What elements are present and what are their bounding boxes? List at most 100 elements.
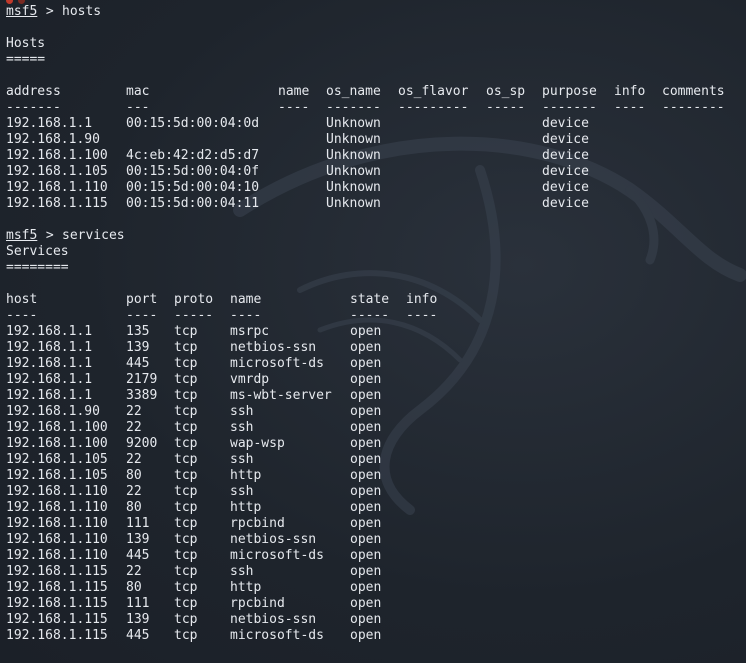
services-cell: tcp — [174, 340, 198, 355]
services-title-underline: ======== — [6, 260, 69, 275]
services-cell: 22 — [126, 564, 142, 579]
services-separator-row: ---- ---- ----- ---- ----- ---- — [0, 308, 746, 324]
services-cell: 9200 — [126, 436, 158, 451]
services-cell: tcp — [174, 356, 198, 371]
services-table-row: 192.168.1.1 139 tcp netbios-ssn open — [0, 340, 746, 356]
services-cell: open — [350, 516, 382, 531]
services-title: Services — [6, 244, 69, 259]
services-cell: tcp — [174, 532, 198, 547]
services-cell: 445 — [126, 548, 150, 563]
hosts-cell: Unknown — [326, 196, 381, 211]
prompt-line-hosts: msf5 > hosts — [0, 4, 746, 20]
hosts-column-separator: --- — [126, 100, 150, 115]
services-cell: 139 — [126, 340, 150, 355]
services-title-line: Services — [0, 244, 746, 260]
hosts-cell: 4c:eb:42:d2:d5:d7 — [126, 148, 260, 163]
services-cell: open — [350, 564, 382, 579]
hosts-table-row: 192.168.1.115 00:15:5d:00:04:11 Unknown dev… — [0, 196, 746, 212]
services-cell: tcp — [174, 404, 198, 419]
services-cell: 192.168.1.110 — [6, 516, 108, 531]
services-column-separator: ----- — [350, 308, 390, 323]
services-table-row: 192.168.1.100 22 tcp ssh open — [0, 420, 746, 436]
services-table-row: 192.168.1.115 22 tcp ssh open — [0, 564, 746, 580]
services-cell: 192.168.1.105 — [6, 452, 108, 467]
hosts-table-row: 192.168.1.105 00:15:5d:00:04:0f Unknown dev… — [0, 164, 746, 180]
services-table-row: 192.168.1.1 3389 tcp ms-wbt-server open — [0, 388, 746, 404]
services-cell: open — [350, 340, 382, 355]
hosts-title: Hosts — [6, 36, 46, 51]
services-cell: 192.168.1.1 — [6, 324, 93, 339]
services-cell: 192.168.1.100 — [6, 436, 108, 451]
services-cell: tcp — [174, 596, 198, 611]
services-column-separator: ---- — [126, 308, 158, 323]
services-cell: open — [350, 612, 382, 627]
services-table-row: 192.168.1.110 139 tcp netbios-ssn open — [0, 532, 746, 548]
services-cell: 135 — [126, 324, 150, 339]
hosts-title-underline-line: ===== — [0, 52, 746, 68]
hosts-cell: 00:15:5d:00:04:0f — [126, 164, 260, 179]
hosts-cell: Unknown — [326, 116, 381, 131]
services-cell: tcp — [174, 452, 198, 467]
services-cell: 192.168.1.115 — [6, 628, 108, 643]
services-cell: 22 — [126, 452, 142, 467]
hosts-title-underline: ===== — [6, 52, 46, 67]
services-table-row: 192.168.1.1 445 tcp microsoft-ds open — [0, 356, 746, 372]
services-cell: http — [230, 500, 262, 515]
hosts-cell: 192.168.1.115 — [6, 196, 108, 211]
services-cell: 80 — [126, 500, 142, 515]
hosts-cell: device — [542, 180, 589, 195]
services-cell: 192.168.1.110 — [6, 548, 108, 563]
services-cell: http — [230, 580, 262, 595]
services-table-row: 192.168.1.1 2179 tcp vmrdp open — [0, 372, 746, 388]
hosts-table-row: 192.168.1.110 00:15:5d:00:04:10 Unknown dev… — [0, 180, 746, 196]
services-cell: open — [350, 484, 382, 499]
prompt-line-services: msf5 > services — [0, 228, 746, 244]
services-cell: 2179 — [126, 372, 158, 387]
services-cell: http — [230, 468, 262, 483]
services-cell: tcp — [174, 324, 198, 339]
command-text: hosts — [62, 4, 102, 19]
services-cell: open — [350, 388, 382, 403]
hosts-cell: Unknown — [326, 148, 381, 163]
services-cell: 111 — [126, 516, 150, 531]
hosts-column-header: info — [614, 84, 646, 99]
services-cell: 192.168.1.1 — [6, 340, 93, 355]
hosts-table-row: 192.168.1.90 Unknown device — [0, 132, 746, 148]
hosts-column-header: mac — [126, 84, 150, 99]
hosts-cell: Unknown — [326, 132, 381, 147]
services-column-header: name — [230, 292, 262, 307]
hosts-column-header: address — [6, 84, 61, 99]
services-cell: open — [350, 356, 382, 371]
services-table-row: 192.168.1.90 22 tcp ssh open — [0, 404, 746, 420]
services-cell: vmrdp — [230, 372, 270, 387]
services-cell: rpcbind — [230, 516, 285, 531]
hosts-cell: 192.168.1.90 — [6, 132, 100, 147]
services-cell: open — [350, 468, 382, 483]
hosts-column-separator: ---- — [278, 100, 310, 115]
hosts-cell: 00:15:5d:00:04:11 — [126, 196, 260, 211]
hosts-cell: 00:15:5d:00:04:0d — [126, 116, 260, 131]
services-cell: ssh — [230, 452, 254, 467]
services-cell: 445 — [126, 356, 150, 371]
services-cell: 192.168.1.115 — [6, 596, 108, 611]
hosts-column-separator: ------- — [326, 100, 381, 115]
hosts-column-separator: ----- — [486, 100, 526, 115]
services-cell: 192.168.1.115 — [6, 580, 108, 595]
hosts-column-separator: -------- — [662, 100, 725, 115]
services-table-row: 192.168.1.115 111 tcp rpcbind open — [0, 596, 746, 612]
services-cell: 192.168.1.1 — [6, 388, 93, 403]
services-column-separator: ---- — [230, 308, 262, 323]
services-cell: ssh — [230, 420, 254, 435]
services-cell: ssh — [230, 564, 254, 579]
hosts-column-separator: --------- — [398, 100, 469, 115]
services-cell: tcp — [174, 628, 198, 643]
services-cell: netbios-ssn — [230, 612, 317, 627]
hosts-cell: device — [542, 164, 589, 179]
services-cell: tcp — [174, 388, 198, 403]
terminal-window[interactable]: msf5 > hosts Hosts ===== address mac name os_n… — [0, 0, 746, 663]
services-cell: tcp — [174, 564, 198, 579]
services-cell: wap-wsp — [230, 436, 285, 451]
hosts-cell: Unknown — [326, 164, 381, 179]
services-table-row: 192.168.1.115 139 tcp netbios-ssn open — [0, 612, 746, 628]
services-cell: microsoft-ds — [230, 628, 324, 643]
